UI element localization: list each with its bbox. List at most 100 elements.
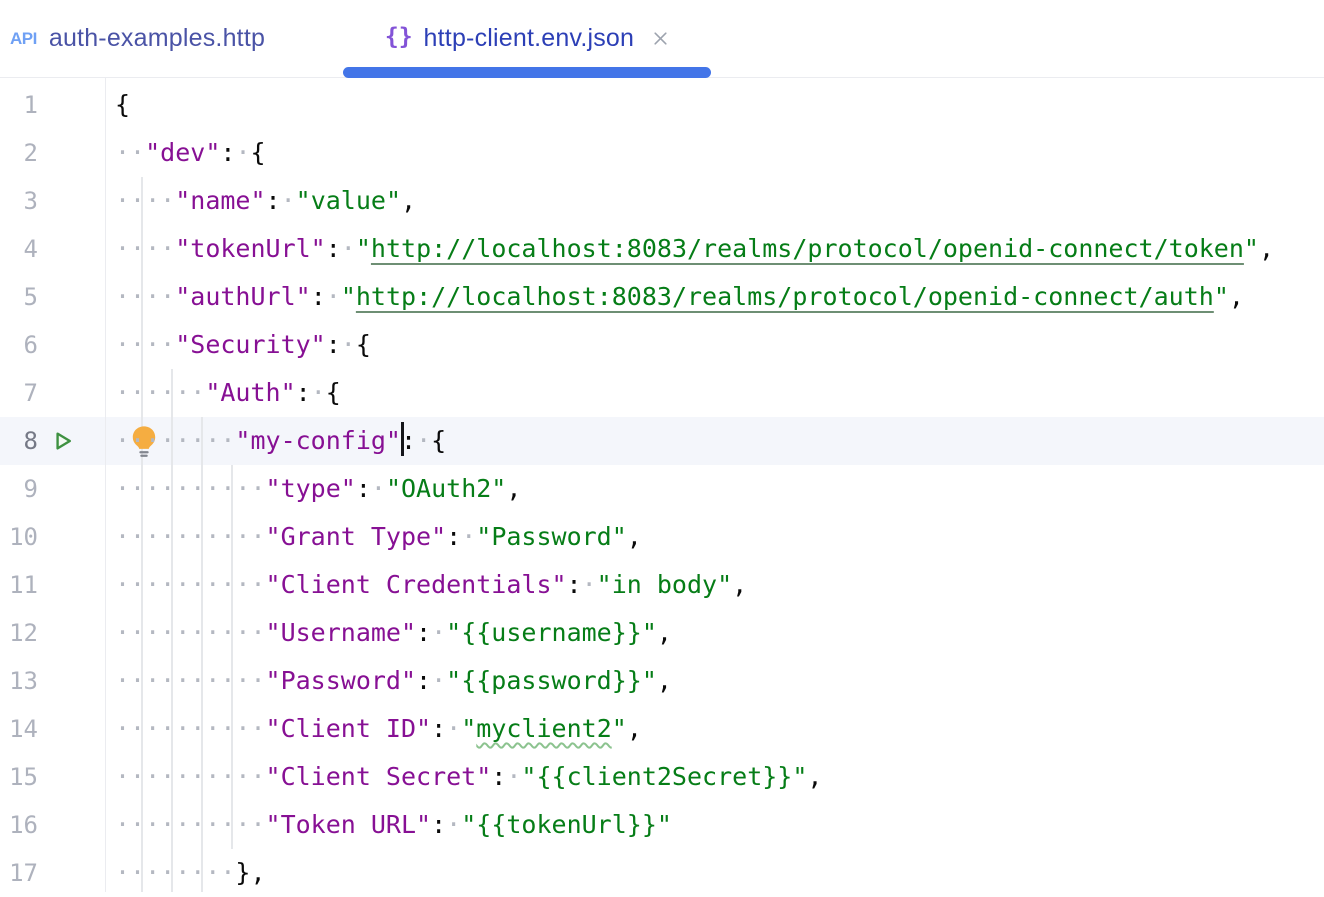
code-line-2[interactable]: ··"dev":·{ [115, 129, 266, 177]
code-token-pun: }, [235, 858, 265, 887]
code-token-key: "Username" [266, 618, 417, 647]
code-token-ws: ·· [115, 138, 145, 167]
code-token-ws: ···· [115, 234, 175, 263]
code-token-pun: , [807, 762, 822, 791]
line-number-16[interactable]: 16 [9, 801, 38, 849]
code-token-ws: · [461, 522, 476, 551]
url-link[interactable]: http://localhost:8083/realms/protocol/op… [371, 234, 1244, 263]
code-token-str: "{{username}}" [446, 618, 657, 647]
code-token-str: "{{tokenUrl}}" [461, 810, 672, 839]
line-number-5[interactable]: 5 [24, 273, 38, 321]
line-number-7[interactable]: 7 [24, 369, 38, 417]
tab-auth-examples-http[interactable]: API auth-examples.http [10, 0, 265, 77]
code-token-ws: ···· [115, 282, 175, 311]
code-token-key: "type" [266, 474, 356, 503]
line-number-12[interactable]: 12 [9, 609, 38, 657]
code-token-ws: · [326, 282, 341, 311]
code-token-ws: ·········· [115, 570, 266, 599]
code-token-key: "Client Secret" [266, 762, 492, 791]
code-editor[interactable]: 1234567891011121314151617 {··"dev":·{···… [0, 78, 1324, 892]
line-number-8[interactable]: 8 [24, 417, 38, 465]
code-line-16[interactable]: ··········"Token URL":·"{{tokenUrl}}" [115, 801, 672, 849]
code-line-5[interactable]: ····"authUrl":·"http://localhost:8083/re… [115, 273, 1244, 321]
code-token-ws: · [446, 714, 461, 743]
code-line-11[interactable]: ··········"Client Credentials":·"in body… [115, 561, 747, 609]
line-number-17[interactable]: 17 [9, 849, 38, 897]
code-line-8[interactable]: ········"my-config":·{ [115, 417, 446, 465]
code-token-key: "tokenUrl" [175, 234, 326, 263]
code-line-9[interactable]: ··········"type":·"OAuth2", [115, 465, 521, 513]
line-number-13[interactable]: 13 [9, 657, 38, 705]
code-token-ws: · [416, 426, 431, 455]
code-token-pun: { [115, 90, 130, 119]
code-token-pun: : [431, 810, 446, 839]
code-line-3[interactable]: ····"name":·"value", [115, 177, 416, 225]
line-number-3[interactable]: 3 [24, 177, 38, 225]
tab-label: http-client.env.json [424, 24, 635, 53]
code-token-key: "Security" [175, 330, 326, 359]
code-token-str: "Password" [476, 522, 627, 551]
code-token-pun: : [326, 330, 341, 359]
line-number-9[interactable]: 9 [24, 465, 38, 513]
code-line-13[interactable]: ··········"Password":·"{{password}}", [115, 657, 672, 705]
tab-label: auth-examples.http [49, 24, 265, 53]
code-line-15[interactable]: ··········"Client Secret":·"{{client2Sec… [115, 753, 822, 801]
code-line-14[interactable]: ··········"Client ID":·"myclient2", [115, 705, 642, 753]
code-token-pun: : [431, 714, 446, 743]
code-line-1[interactable]: { [115, 81, 130, 129]
code-token-ws: · [341, 330, 356, 359]
code-token-ws: · [506, 762, 521, 791]
code-token-str: " [461, 714, 476, 743]
code-token-pun: : [266, 186, 281, 215]
code-token-str: "{{client2Secret}}" [521, 762, 807, 791]
line-number-2[interactable]: 2 [24, 129, 38, 177]
code-token-ws: ·········· [115, 714, 266, 743]
code-line-7[interactable]: ······"Auth":·{ [115, 369, 341, 417]
code-token-ws: ·········· [115, 474, 266, 503]
code-token-ws: ·········· [115, 618, 266, 647]
code-token-key: "authUrl" [175, 282, 310, 311]
code-token-key: "Token URL" [266, 810, 432, 839]
code-token-key: "dev" [145, 138, 220, 167]
code-token-ws: ···· [115, 330, 175, 359]
code-token-pun: : [446, 522, 461, 551]
code-token-ws: · [431, 618, 446, 647]
ide-window: { "tab_bar": { "tabs": [ { "label": "aut… [0, 0, 1324, 892]
code-token-pun: { [431, 426, 446, 455]
code-line-17[interactable]: ········}, [115, 849, 266, 897]
line-number-6[interactable]: 6 [24, 321, 38, 369]
code-token-str: " [1214, 282, 1229, 311]
run-request-button[interactable] [50, 428, 76, 460]
code-token-key: "Client Credentials" [266, 570, 567, 599]
code-line-12[interactable]: ··········"Username":·"{{username}}", [115, 609, 672, 657]
code-token-str: " [356, 234, 371, 263]
code-token-pun: : [491, 762, 506, 791]
url-link[interactable]: http://localhost:8083/realms/protocol/op… [356, 282, 1214, 311]
code-line-10[interactable]: ··········"Grant Type":·"Password", [115, 513, 642, 561]
code-token-str: " [341, 282, 356, 311]
line-number-14[interactable]: 14 [9, 705, 38, 753]
code-token-ws: ···· [115, 186, 175, 215]
code-token-key: "Client ID" [266, 714, 432, 743]
line-number-15[interactable]: 15 [9, 753, 38, 801]
code-token-pun: , [732, 570, 747, 599]
code-token-pun: : [296, 378, 311, 407]
close-icon[interactable] [652, 30, 669, 47]
code-token-ws: · [281, 186, 296, 215]
code-token-pun: : [416, 618, 431, 647]
code-line-6[interactable]: ····"Security":·{ [115, 321, 371, 369]
api-file-icon: API [10, 29, 37, 49]
code-token-str: " [1244, 234, 1259, 263]
code-token-pun: { [326, 378, 341, 407]
tab-http-client-env-json[interactable]: {} http-client.env.json [343, 0, 711, 77]
editor-gutter: 1234567891011121314151617 [0, 78, 106, 892]
code-line-4[interactable]: ····"tokenUrl":·"http://localhost:8083/r… [115, 225, 1274, 273]
line-number-11[interactable]: 11 [9, 561, 38, 609]
line-number-4[interactable]: 4 [24, 225, 38, 273]
code-token-ws: · [341, 234, 356, 263]
line-number-10[interactable]: 10 [9, 513, 38, 561]
code-token-pun: , [627, 522, 642, 551]
code-token-ws: ·········· [115, 810, 266, 839]
line-number-1[interactable]: 1 [24, 81, 38, 129]
code-token-key: "name" [175, 186, 265, 215]
